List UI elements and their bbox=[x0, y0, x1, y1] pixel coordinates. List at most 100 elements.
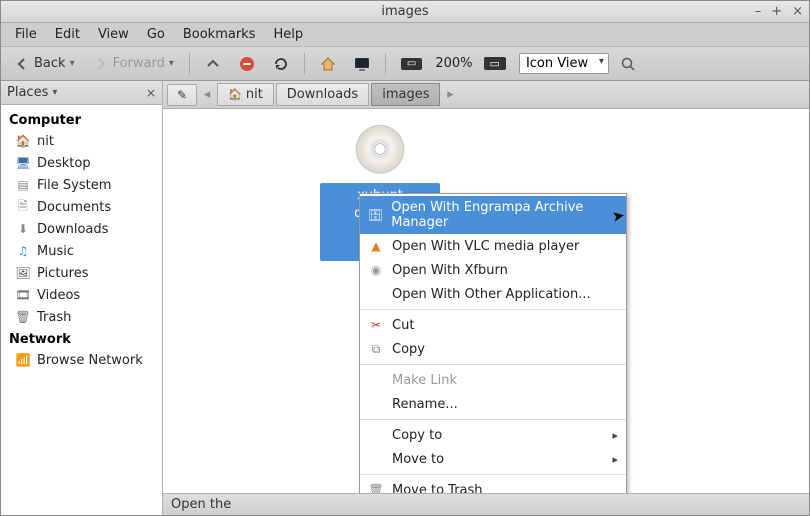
sidebar-item-browse-network[interactable]: 📶Browse Network bbox=[1, 349, 162, 371]
ctx-label: Move to Trash bbox=[392, 483, 483, 494]
ctx-rename[interactable]: Rename... bbox=[360, 392, 626, 416]
computer-button[interactable] bbox=[347, 52, 377, 76]
toolbar: Back ▾ Forward ▾ bbox=[1, 47, 809, 81]
home-button[interactable] bbox=[313, 52, 343, 76]
ctx-make-link[interactable]: Make Link bbox=[360, 368, 626, 392]
sidebar-item-label: Videos bbox=[37, 288, 80, 303]
monitor-icon bbox=[354, 56, 370, 72]
sidebar-close-button[interactable]: × bbox=[146, 86, 156, 100]
ctx-open-engrampa[interactable]: 🗄 Open With Engrampa Archive Manager bbox=[360, 196, 626, 234]
separator bbox=[360, 419, 626, 420]
pathbar-prev[interactable]: ◂ bbox=[199, 87, 215, 102]
chevron-down-icon: ▾ bbox=[169, 58, 174, 69]
reload-button[interactable] bbox=[266, 52, 296, 76]
sidebar-group-computer: Computer bbox=[1, 109, 162, 130]
minimize-button[interactable]: – bbox=[755, 4, 762, 19]
menu-file[interactable]: File bbox=[7, 25, 45, 44]
blank-icon bbox=[368, 396, 384, 412]
breadcrumb[interactable]: Downloads bbox=[276, 83, 369, 106]
ctx-open-other[interactable]: Open With Other Application... bbox=[360, 282, 626, 306]
sidebar-list: Computer 🏠 nit 🖥Desktop ▤File System 🗎 Doc… bbox=[1, 105, 162, 515]
stop-button[interactable] bbox=[232, 52, 262, 76]
sidebar-item-label: Trash bbox=[37, 310, 71, 325]
ctx-copy-to[interactable]: Copy to bbox=[360, 423, 626, 447]
sidebar-item-documents[interactable]: 🗎 Documents bbox=[1, 196, 162, 218]
menu-help[interactable]: Help bbox=[265, 25, 311, 44]
copy-icon: ⧉ bbox=[368, 341, 384, 357]
sidebar-item-label: Documents bbox=[37, 200, 111, 215]
sidebar-item-downloads[interactable]: ⬇Downloads bbox=[1, 218, 162, 240]
forward-button[interactable]: Forward ▾ bbox=[86, 52, 181, 76]
sidebar-header: Places ▾ × bbox=[1, 81, 162, 105]
maximize-button[interactable]: + bbox=[771, 4, 782, 19]
home-icon: 🏠 bbox=[15, 133, 31, 149]
separator bbox=[304, 53, 305, 75]
ctx-label: Open With Xfburn bbox=[392, 263, 508, 278]
ctx-label: Rename... bbox=[392, 397, 458, 412]
sidebar-item-home[interactable]: 🏠 nit bbox=[1, 130, 162, 152]
ctx-label: Open With Engrampa Archive Manager bbox=[391, 200, 616, 230]
ctx-label: Make Link bbox=[392, 373, 457, 388]
archive-icon: 🗄 bbox=[368, 207, 383, 223]
zoom-in-button[interactable]: ▭ bbox=[477, 53, 515, 74]
breadcrumb-label: Downloads bbox=[287, 87, 358, 102]
sidebar-item-filesystem[interactable]: ▤File System bbox=[1, 174, 162, 196]
ctx-open-xfburn[interactable]: ◉Open With Xfburn bbox=[360, 258, 626, 282]
pencil-icon: ✎ bbox=[174, 87, 190, 103]
blank-icon bbox=[368, 451, 384, 467]
sidebar-item-label: Desktop bbox=[37, 156, 91, 171]
file-item[interactable] bbox=[348, 117, 412, 181]
breadcrumb-label: nit bbox=[246, 87, 263, 102]
context-menu: 🗄 Open With Engrampa Archive Manager ▲Ope… bbox=[359, 193, 627, 493]
titlebar: images – + × bbox=[1, 1, 809, 23]
zoom-out-button[interactable]: ▭ bbox=[394, 54, 431, 74]
arrow-up-icon bbox=[205, 56, 221, 72]
close-button[interactable]: × bbox=[792, 4, 803, 19]
zoom-level: 200% bbox=[435, 56, 472, 71]
chevron-down-icon[interactable]: ▾ bbox=[52, 87, 57, 98]
sidebar-item-trash[interactable]: 🗑 Trash bbox=[1, 306, 162, 328]
sidebar-item-videos[interactable]: 🎞Videos bbox=[1, 284, 162, 306]
trash-icon: 🗑 bbox=[15, 309, 31, 325]
ctx-cut[interactable]: ✂Cut bbox=[360, 313, 626, 337]
menu-go[interactable]: Go bbox=[139, 25, 173, 44]
network-icon: 📶 bbox=[15, 352, 31, 368]
view-mode-select[interactable]: Icon View bbox=[519, 53, 609, 74]
trash-icon: 🗑 bbox=[368, 482, 384, 493]
ctx-move-trash[interactable]: 🗑 Move to Trash bbox=[360, 478, 626, 493]
breadcrumb[interactable]: 🏠 nit bbox=[217, 83, 274, 106]
forward-label: Forward bbox=[113, 56, 165, 71]
folder-icon: 🗎 bbox=[15, 199, 31, 215]
ctx-label: Open With VLC media player bbox=[392, 239, 579, 254]
drive-icon: ▤ bbox=[15, 177, 31, 193]
sidebar-item-desktop[interactable]: 🖥Desktop bbox=[1, 152, 162, 174]
music-icon: ♫ bbox=[15, 243, 31, 259]
sidebar-item-label: Pictures bbox=[37, 266, 88, 281]
separator bbox=[360, 364, 626, 365]
pathbar-edit-button[interactable]: ✎ bbox=[167, 84, 197, 106]
blank-icon bbox=[368, 286, 384, 302]
content-area[interactable]: xubunt desktop is 2.0 🗄Open With Engramp… bbox=[163, 109, 809, 493]
breadcrumb[interactable]: images bbox=[371, 83, 440, 106]
ctx-copy[interactable]: ⧉Copy bbox=[360, 337, 626, 361]
back-button[interactable]: Back ▾ bbox=[7, 52, 82, 76]
separator bbox=[385, 53, 386, 75]
up-button[interactable] bbox=[198, 52, 228, 76]
ctx-label: Move to bbox=[392, 452, 444, 467]
separator bbox=[189, 53, 190, 75]
pathbar-next[interactable]: ▸ bbox=[442, 87, 458, 102]
blank-icon bbox=[368, 372, 384, 388]
sidebar-item-label: nit bbox=[37, 134, 54, 149]
menu-bookmarks[interactable]: Bookmarks bbox=[175, 25, 264, 44]
blank-icon bbox=[368, 427, 384, 443]
statusbar: Open the bbox=[163, 493, 809, 515]
search-button[interactable] bbox=[613, 52, 643, 76]
menu-edit[interactable]: Edit bbox=[47, 25, 88, 44]
sidebar-item-pictures[interactable]: 🖼Pictures bbox=[1, 262, 162, 284]
ctx-open-vlc[interactable]: ▲Open With VLC media player bbox=[360, 234, 626, 258]
menu-view[interactable]: View bbox=[90, 25, 137, 44]
search-icon bbox=[620, 56, 636, 72]
window-title: images bbox=[1, 4, 809, 19]
sidebar-item-music[interactable]: ♫Music bbox=[1, 240, 162, 262]
ctx-move-to[interactable]: Move to bbox=[360, 447, 626, 471]
